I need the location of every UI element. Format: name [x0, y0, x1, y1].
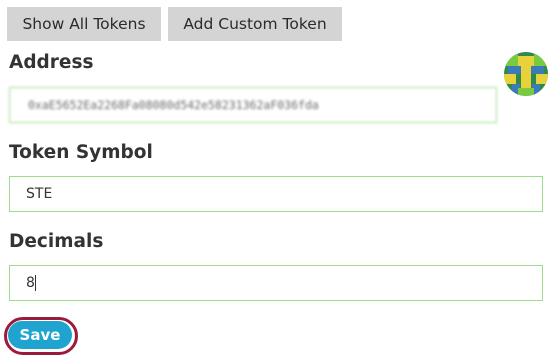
token-symbol-label: Token Symbol	[9, 142, 153, 163]
show-all-tokens-tab[interactable]: Show All Tokens	[7, 7, 161, 41]
address-input[interactable]	[9, 87, 497, 123]
address-label: Address	[9, 52, 94, 73]
add-custom-token-tab[interactable]: Add Custom Token	[168, 7, 342, 41]
save-button[interactable]: Save	[8, 321, 72, 349]
token-symbol-input[interactable]	[9, 176, 543, 212]
identicon-icon	[504, 52, 548, 96]
decimals-label: Decimals	[9, 231, 104, 252]
text-caret	[35, 275, 36, 291]
decimals-input[interactable]	[9, 265, 543, 301]
